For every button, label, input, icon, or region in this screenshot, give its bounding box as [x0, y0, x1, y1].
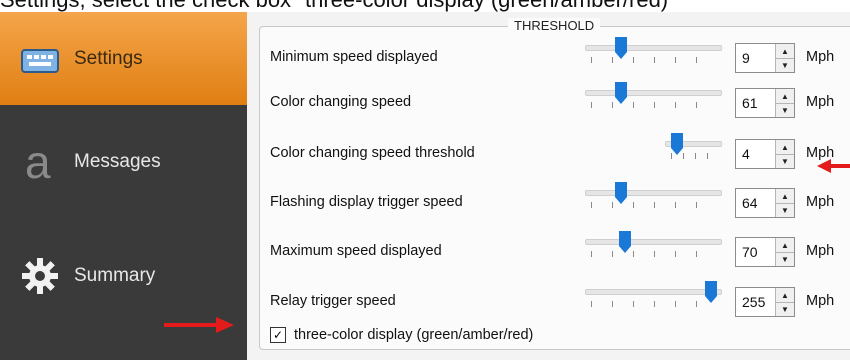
slider-thumb[interactable] — [671, 133, 683, 155]
arrow-right-icon — [164, 317, 234, 333]
spinbox-buttons: ▲ ▼ — [775, 238, 794, 266]
unit-label: Mph — [806, 94, 835, 110]
threshold-row: Flashing display trigger speed 64 ▲ ▼ Mp… — [260, 182, 850, 222]
spinbox-value: 4 — [742, 146, 750, 162]
sidebar-item-settings[interactable]: Settings — [0, 12, 247, 105]
spin-down-button[interactable]: ▼ — [776, 154, 794, 168]
sidebar-item-label: Settings — [74, 47, 143, 69]
spin-down-button[interactable]: ▼ — [776, 58, 794, 72]
row-label: Maximum speed displayed — [270, 243, 442, 259]
three-color-display-option[interactable]: ✓ three-color display (green/amber/red) — [270, 327, 533, 343]
slider-thumb[interactable] — [705, 281, 717, 303]
threshold-row: Color changing speed threshold 4 ▲ ▼ Mph — [260, 133, 850, 173]
spinbox-buttons: ▲ ▼ — [775, 189, 794, 217]
keyboard-icon — [18, 37, 62, 81]
spinbox-value: 9 — [742, 50, 750, 66]
slider-thumb[interactable] — [615, 182, 627, 204]
unit-label: Mph — [806, 293, 835, 309]
slider-track — [585, 289, 722, 295]
color-changing-threshold-slider[interactable] — [665, 133, 722, 163]
unit-label: Mph — [806, 194, 835, 210]
relay-trigger-speed-spinbox[interactable]: 255 ▲ ▼ — [735, 287, 795, 317]
spin-down-button[interactable]: ▼ — [776, 302, 794, 316]
threshold-row: Relay trigger speed 255 ▲ ▼ Mph — [260, 281, 850, 321]
spinbox-value: 70 — [742, 244, 758, 260]
slider-ticks — [591, 202, 716, 208]
row-label: Relay trigger speed — [270, 293, 396, 309]
color-changing-speed-slider[interactable] — [585, 82, 722, 112]
spinbox-buttons: ▲ ▼ — [775, 89, 794, 117]
sidebar-footer — [0, 334, 247, 360]
spin-down-button[interactable]: ▼ — [776, 203, 794, 217]
flashing-trigger-speed-slider[interactable] — [585, 182, 722, 212]
minimum-speed-slider[interactable] — [585, 37, 722, 67]
spinbox-buttons: ▲ ▼ — [775, 140, 794, 168]
settings-panel: THRESHOLD Minimum speed displayed 9 ▲ ▼ … — [247, 12, 850, 360]
arrow-left-icon — [817, 159, 850, 173]
spin-up-button[interactable]: ▲ — [776, 140, 794, 155]
spinbox-buttons: ▲ ▼ — [775, 44, 794, 72]
slider-ticks — [591, 102, 716, 108]
row-label: Minimum speed displayed — [270, 49, 438, 65]
row-label: Color changing speed threshold — [270, 145, 475, 161]
spin-up-button[interactable]: ▲ — [776, 89, 794, 104]
spinbox-buttons: ▲ ▼ — [775, 288, 794, 316]
threshold-row: Color changing speed 61 ▲ ▼ Mph — [260, 82, 850, 122]
instruction-text: Settings, select the check box "three-co… — [0, 0, 850, 12]
slider-track — [585, 239, 722, 245]
threshold-row: Maximum speed displayed 70 ▲ ▼ Mph — [260, 231, 850, 271]
sidebar: Settings a Messages Summary — [0, 12, 247, 360]
sidebar-item-label: Summary — [74, 265, 156, 286]
slider-thumb[interactable] — [619, 231, 631, 253]
gear-icon — [18, 254, 62, 298]
maximum-speed-spinbox[interactable]: 70 ▲ ▼ — [735, 237, 795, 267]
flashing-trigger-speed-spinbox[interactable]: 64 ▲ ▼ — [735, 188, 795, 218]
row-label: Flashing display trigger speed — [270, 194, 463, 210]
threshold-group: THRESHOLD Minimum speed displayed 9 ▲ ▼ … — [259, 18, 850, 350]
color-changing-speed-spinbox[interactable]: 61 ▲ ▼ — [735, 88, 795, 118]
minimum-speed-spinbox[interactable]: 9 ▲ ▼ — [735, 43, 795, 73]
unit-label: Mph — [806, 243, 835, 259]
slider-ticks — [591, 301, 716, 307]
spin-down-button[interactable]: ▼ — [776, 103, 794, 117]
slider-track — [585, 45, 722, 51]
sidebar-item-messages[interactable]: a Messages — [0, 105, 247, 218]
three-color-display-checkbox[interactable]: ✓ — [270, 327, 286, 343]
slider-ticks — [591, 57, 716, 63]
slider-ticks — [591, 251, 716, 257]
unit-label: Mph — [806, 49, 835, 65]
spin-up-button[interactable]: ▲ — [776, 44, 794, 59]
group-title: THRESHOLD — [508, 18, 601, 33]
svg-text:a: a — [25, 142, 51, 182]
row-label: Color changing speed — [270, 94, 412, 110]
letter-a-icon: a — [18, 140, 62, 184]
checkbox-label: three-color display (green/amber/red) — [294, 327, 534, 343]
maximum-speed-slider[interactable] — [585, 231, 722, 261]
relay-trigger-speed-slider[interactable] — [585, 281, 722, 311]
spin-down-button[interactable]: ▼ — [776, 252, 794, 266]
slider-track — [585, 190, 722, 196]
slider-thumb[interactable] — [615, 37, 627, 59]
threshold-row: Minimum speed displayed 9 ▲ ▼ Mph — [260, 37, 850, 77]
slider-thumb[interactable] — [615, 82, 627, 104]
slider-track — [585, 90, 722, 96]
spinbox-value: 255 — [742, 294, 766, 310]
sidebar-item-label: Messages — [74, 150, 161, 172]
spinbox-value: 61 — [742, 95, 758, 111]
spinbox-value: 64 — [742, 195, 758, 211]
spin-up-button[interactable]: ▲ — [776, 189, 794, 204]
color-changing-threshold-spinbox[interactable]: 4 ▲ ▼ — [735, 139, 795, 169]
spin-up-button[interactable]: ▲ — [776, 288, 794, 303]
spin-up-button[interactable]: ▲ — [776, 238, 794, 253]
